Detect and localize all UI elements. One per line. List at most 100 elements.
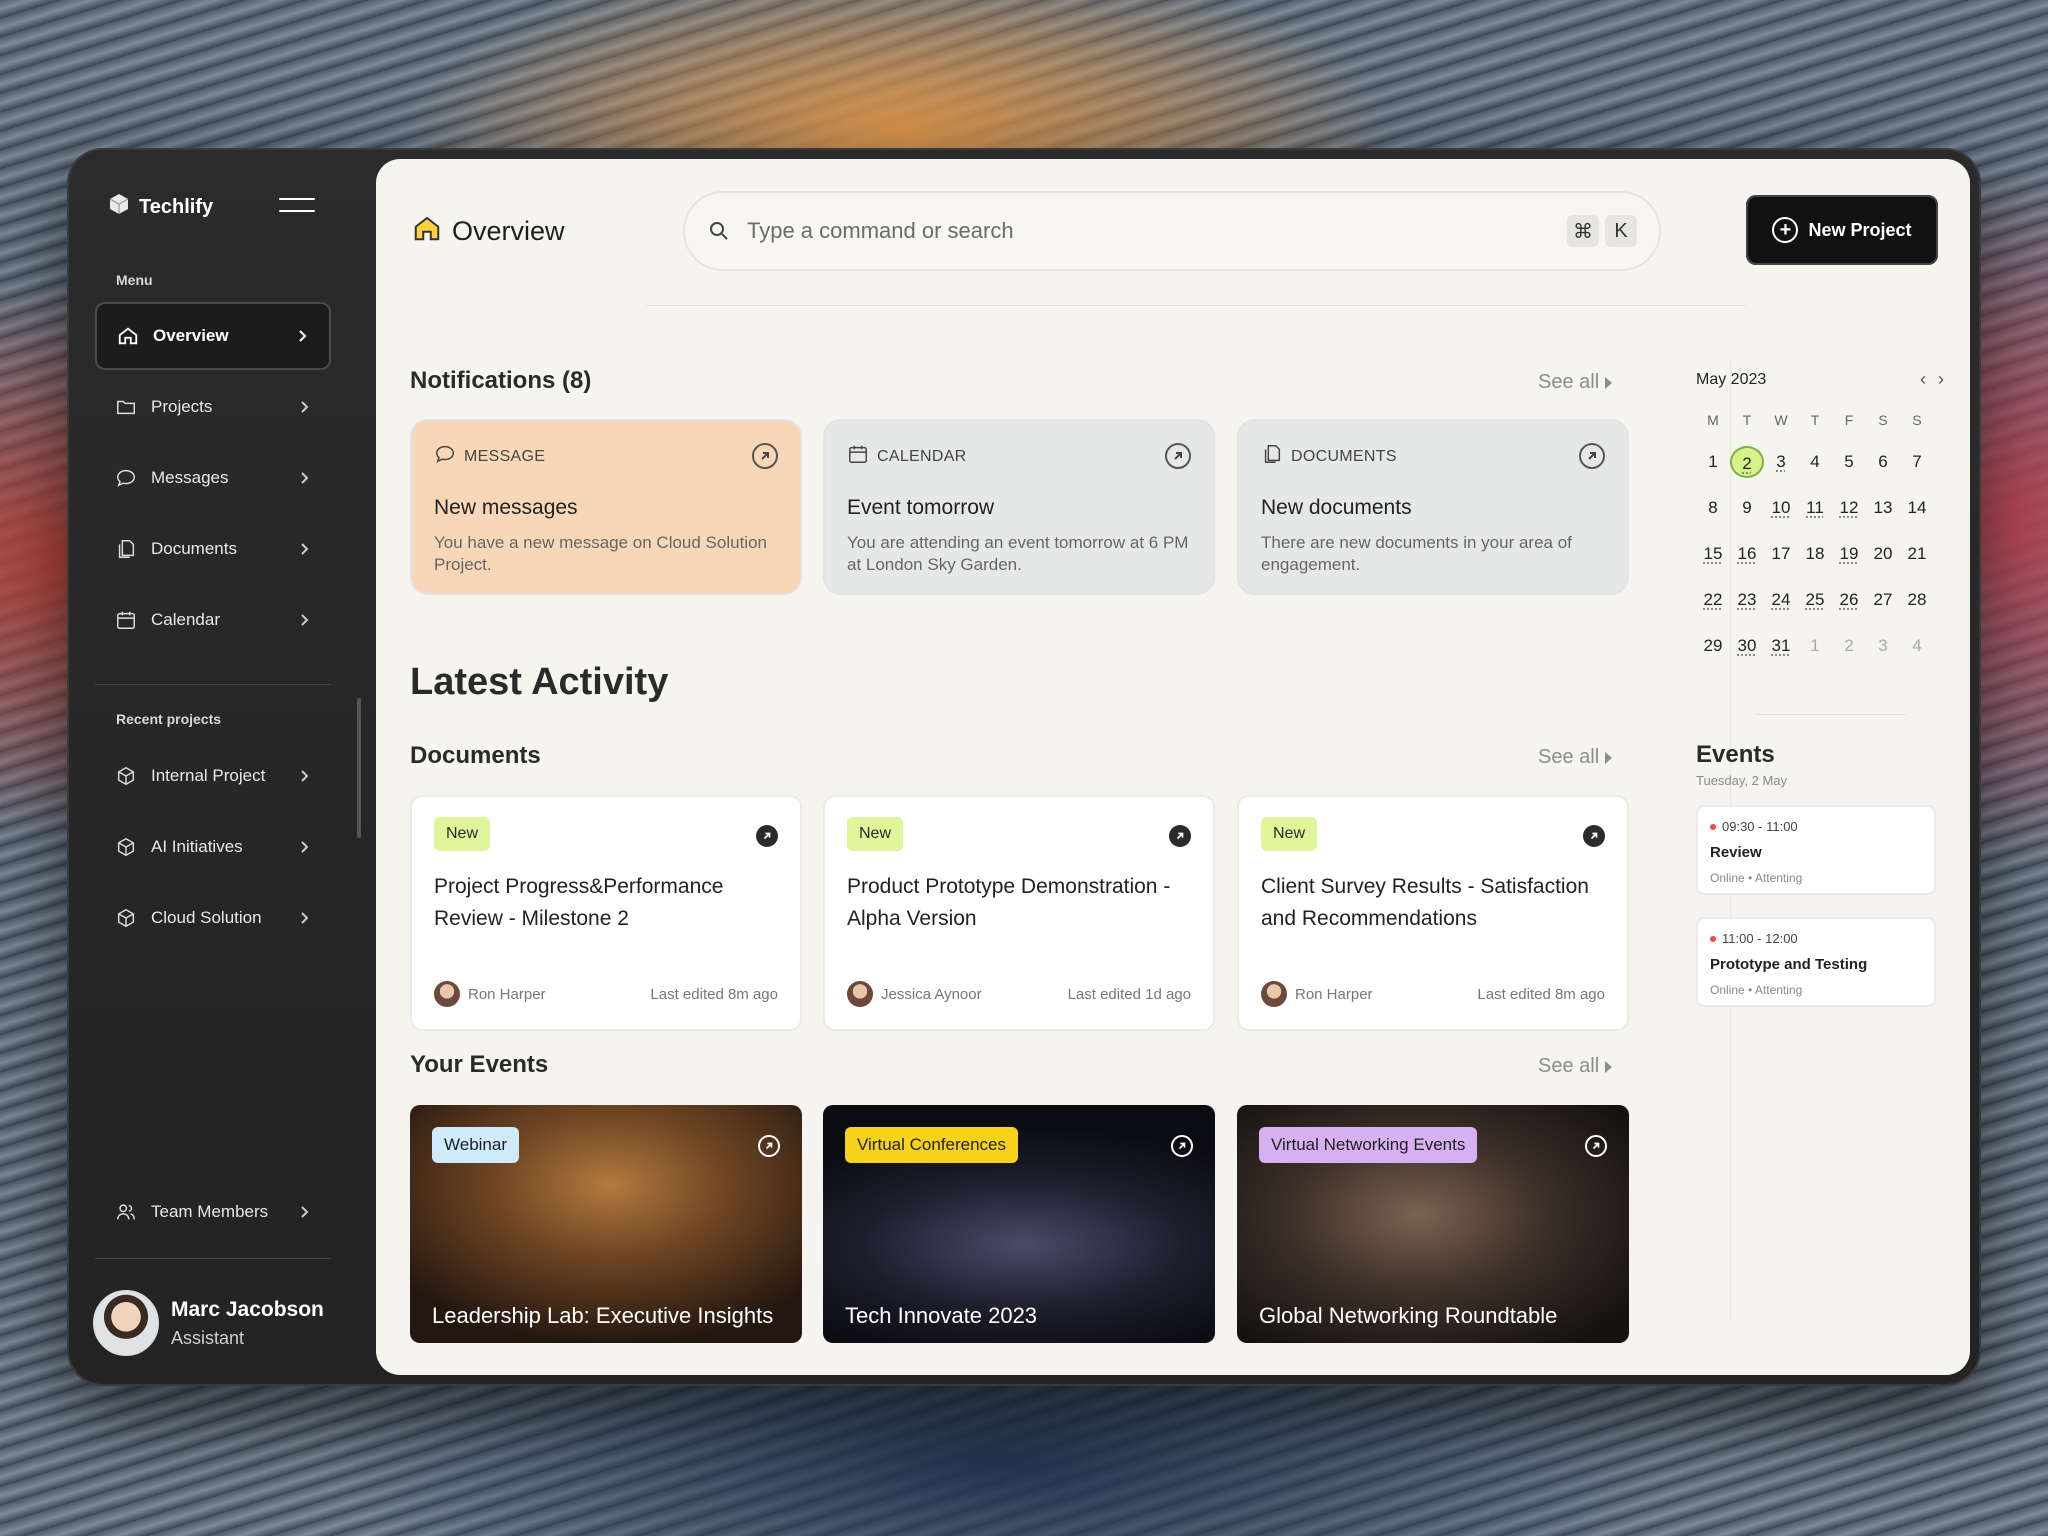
- open-arrow-icon[interactable]: [1579, 443, 1605, 469]
- open-arrow-icon[interactable]: [758, 1135, 780, 1157]
- documents-see-all-link[interactable]: See all: [1538, 746, 1612, 769]
- last-edited: Last edited 8m ago: [650, 985, 778, 1003]
- calendar-day[interactable]: 20: [1866, 538, 1900, 570]
- open-arrow-icon[interactable]: [1583, 825, 1605, 847]
- sidebar-item-label: Documents: [151, 539, 237, 558]
- open-arrow-icon[interactable]: [752, 443, 778, 469]
- notification-text: You are attending an event tomorrow at 6…: [847, 533, 1189, 574]
- calendar-day[interactable]: 19: [1832, 538, 1866, 570]
- sidebar-item-internal-project[interactable]: Internal Project: [95, 742, 331, 810]
- chat-icon: [434, 443, 456, 470]
- calendar-day[interactable]: 7: [1900, 446, 1934, 478]
- calendar-day[interactable]: 11: [1798, 492, 1832, 524]
- sidebar-item-overview[interactable]: Overview: [95, 302, 331, 370]
- users-icon: [115, 1201, 137, 1223]
- chevron-right-icon: [299, 330, 307, 342]
- calendar-day[interactable]: 23: [1730, 584, 1764, 616]
- calendar-day[interactable]: 17: [1764, 538, 1798, 570]
- chevron-right-icon[interactable]: ›: [1938, 369, 1944, 390]
- calendar-day[interactable]: 29: [1696, 630, 1730, 662]
- open-arrow-icon[interactable]: [1165, 443, 1191, 469]
- calendar-day[interactable]: 22: [1696, 584, 1730, 616]
- new-project-button[interactable]: + New Project: [1746, 195, 1938, 265]
- open-arrow-icon[interactable]: [1169, 825, 1191, 847]
- event-card[interactable]: Webinar Leadership Lab: Executive Insigh…: [410, 1105, 802, 1343]
- document-card[interactable]: New Client Survey Results - Satisfaction…: [1237, 795, 1629, 1031]
- notification-card-calendar[interactable]: CALENDAR Event tomorrow You are attendin…: [823, 419, 1215, 595]
- notification-card-message[interactable]: MESSAGE New messages You have a new mess…: [410, 419, 802, 595]
- calendar-day[interactable]: 8: [1696, 492, 1730, 524]
- search-bar[interactable]: ⌘ K: [683, 191, 1661, 271]
- calendar-day[interactable]: 4: [1900, 630, 1934, 662]
- calendar-day[interactable]: 1: [1696, 446, 1730, 478]
- event-card[interactable]: Virtual Conferences Tech Innovate 2023: [823, 1105, 1215, 1343]
- calendar-day[interactable]: 25: [1798, 584, 1832, 616]
- notification-type: DOCUMENTS: [1291, 447, 1397, 465]
- author-avatar: [434, 981, 460, 1007]
- events-see-all-link[interactable]: See all: [1538, 1055, 1612, 1078]
- sidebar-item-projects[interactable]: Projects: [95, 373, 331, 441]
- calendar-day[interactable]: 5: [1832, 446, 1866, 478]
- sidebar-item-messages[interactable]: Messages: [95, 444, 331, 512]
- calendar-icon: [115, 609, 137, 631]
- calendar-day[interactable]: 1: [1798, 630, 1832, 662]
- calendar-day[interactable]: 27: [1866, 584, 1900, 616]
- event-tag: Webinar: [432, 1127, 519, 1163]
- sidebar-item-ai-initiatives[interactable]: AI Initiatives: [95, 813, 331, 881]
- notifications-see-all-link[interactable]: See all: [1538, 371, 1612, 394]
- calendar-day[interactable]: 30: [1730, 630, 1764, 662]
- calendar-day[interactable]: 14: [1900, 492, 1934, 524]
- chevron-right-icon: [301, 543, 309, 555]
- document-card[interactable]: New Product Prototype Demonstration - Al…: [823, 795, 1215, 1031]
- weekday-label: W: [1774, 412, 1788, 428]
- calendar-day[interactable]: 18: [1798, 538, 1832, 570]
- event-meta: Online • Attenting: [1710, 871, 1803, 885]
- last-edited: Last edited 8m ago: [1477, 985, 1605, 1003]
- author-name: Jessica Aynoor: [881, 985, 982, 1003]
- calendar-day[interactable]: 9: [1730, 492, 1764, 524]
- calendar-day[interactable]: 2: [1730, 446, 1764, 478]
- home-icon: [117, 325, 139, 347]
- calendar-day[interactable]: 4: [1798, 446, 1832, 478]
- notifications-title: Notifications (8): [410, 367, 592, 394]
- user-profile[interactable]: Marc Jacobson Assistant: [93, 1290, 324, 1356]
- notification-title: New documents: [1261, 496, 1412, 519]
- sidebar-item-calendar[interactable]: Calendar: [95, 586, 331, 654]
- document-title: Client Survey Results - Satisfaction and…: [1261, 875, 1589, 930]
- event-item[interactable]: 11:00 - 12:00 Prototype and Testing Onli…: [1696, 917, 1936, 1007]
- calendar-day[interactable]: 15: [1696, 538, 1730, 570]
- open-arrow-icon[interactable]: [1585, 1135, 1607, 1157]
- chevron-right-icon: [301, 770, 309, 782]
- sidebar-item-team-members[interactable]: Team Members: [95, 1178, 331, 1246]
- event-item[interactable]: 09:30 - 11:00 Review Online • Attenting: [1696, 805, 1936, 895]
- document-title: Project Progress&Performance Review - Mi…: [434, 875, 724, 930]
- sidebar-item-cloud-solution[interactable]: Cloud Solution: [95, 884, 331, 952]
- notification-card-documents[interactable]: DOCUMENTS New documents There are new do…: [1237, 419, 1629, 595]
- brand[interactable]: Techlify: [107, 192, 213, 222]
- calendar-day[interactable]: 28: [1900, 584, 1934, 616]
- calendar-day[interactable]: 21: [1900, 538, 1934, 570]
- calendar-day[interactable]: 10: [1764, 492, 1798, 524]
- calendar-day[interactable]: 3: [1764, 446, 1798, 478]
- document-card[interactable]: New Project Progress&Performance Review …: [410, 795, 802, 1031]
- sidebar-scrollbar[interactable]: [357, 698, 361, 838]
- author-name: Ron Harper: [468, 985, 546, 1003]
- chevron-left-icon[interactable]: ‹: [1920, 369, 1926, 390]
- sidebar-item-documents[interactable]: Documents: [95, 515, 331, 583]
- calendar-day[interactable]: 13: [1866, 492, 1900, 524]
- search-input[interactable]: [747, 218, 1561, 244]
- menu-toggle-icon[interactable]: [279, 198, 315, 212]
- chevron-right-icon: [301, 1206, 309, 1218]
- calendar-day[interactable]: 3: [1866, 630, 1900, 662]
- calendar-day[interactable]: 2: [1832, 630, 1866, 662]
- event-card[interactable]: Virtual Networking Events Global Network…: [1237, 1105, 1629, 1343]
- calendar-day[interactable]: 6: [1866, 446, 1900, 478]
- open-arrow-icon[interactable]: [756, 825, 778, 847]
- calendar-day[interactable]: 12: [1832, 492, 1866, 524]
- calendar-day[interactable]: 24: [1764, 584, 1798, 616]
- author-name: Ron Harper: [1295, 985, 1373, 1003]
- open-arrow-icon[interactable]: [1171, 1135, 1193, 1157]
- calendar-day[interactable]: 16: [1730, 538, 1764, 570]
- calendar-day[interactable]: 31: [1764, 630, 1798, 662]
- calendar-day[interactable]: 26: [1832, 584, 1866, 616]
